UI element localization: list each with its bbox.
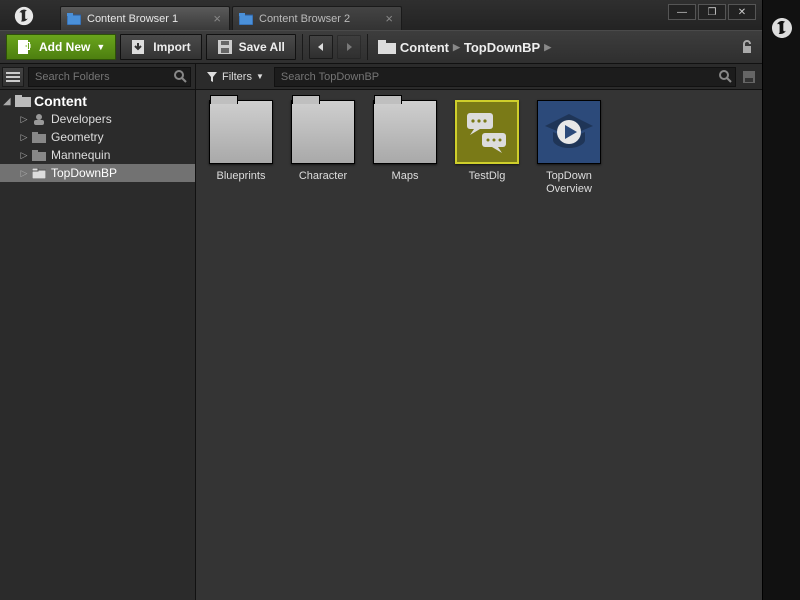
tree-root-content[interactable]: ◢ Content bbox=[0, 92, 195, 110]
sources-panel: ◢ Content ▷ Developers ▷ Geometry ▷ bbox=[0, 64, 196, 600]
tree-item-topdownbp[interactable]: ▷ TopDownBP bbox=[0, 164, 195, 182]
add-new-button[interactable]: Add New ▼ bbox=[6, 34, 116, 60]
close-icon[interactable]: × bbox=[213, 11, 221, 26]
close-icon[interactable]: × bbox=[385, 11, 393, 26]
chevron-down-icon: ◢ bbox=[2, 96, 12, 107]
button-label: Save All bbox=[239, 40, 285, 54]
chevron-right-icon: ▷ bbox=[19, 114, 29, 125]
chevron-down-icon: ▼ bbox=[96, 42, 105, 52]
filters-label: Filters bbox=[222, 71, 252, 83]
folder-tree: ◢ Content ▷ Developers ▷ Geometry ▷ bbox=[0, 90, 195, 600]
tab-icon bbox=[67, 13, 81, 25]
minimize-button[interactable]: — bbox=[668, 4, 696, 20]
asset-label: TestDlg bbox=[469, 170, 506, 196]
asset-folder-character[interactable]: Character bbox=[284, 100, 362, 196]
save-thumbnail-button[interactable] bbox=[740, 68, 758, 86]
asset-folder-blueprints[interactable]: Blueprints bbox=[202, 100, 280, 196]
close-button[interactable]: ✕ bbox=[728, 4, 756, 20]
toolbar: Add New ▼ Import Save All Content bbox=[0, 30, 762, 64]
button-label: Add New bbox=[39, 40, 90, 54]
tab-icon bbox=[239, 13, 253, 25]
folder-icon bbox=[32, 130, 48, 144]
app-logo bbox=[8, 2, 40, 30]
tutorial-asset-icon bbox=[537, 100, 601, 164]
chevron-down-icon: ▼ bbox=[256, 72, 264, 81]
button-label: Import bbox=[153, 40, 190, 54]
tree-label: Geometry bbox=[51, 130, 104, 144]
nav-forward-button[interactable] bbox=[337, 35, 361, 59]
search-assets-input[interactable] bbox=[274, 67, 736, 87]
tree-item-developers[interactable]: ▷ Developers bbox=[0, 110, 195, 128]
folder-icon bbox=[209, 100, 273, 164]
asset-label: TopDown Overview bbox=[546, 170, 592, 196]
titlebar: Content Browser 1 × Content Browser 2 × … bbox=[0, 0, 762, 30]
nav-back-button[interactable] bbox=[309, 35, 333, 59]
tab-label: Content Browser 2 bbox=[259, 13, 350, 25]
folder-icon bbox=[378, 40, 396, 54]
tree-label: Developers bbox=[51, 112, 112, 126]
import-button[interactable]: Import bbox=[120, 34, 201, 60]
asset-grid: Blueprints Character Maps bbox=[196, 90, 762, 600]
chevron-right-icon: ▶ bbox=[544, 42, 551, 53]
tab-content-browser-1[interactable]: Content Browser 1 × bbox=[60, 6, 230, 30]
chevron-right-icon: ▷ bbox=[19, 150, 29, 161]
breadcrumb: Content ▶ TopDownBP ▶ bbox=[378, 40, 551, 55]
tab-bar: Content Browser 1 × Content Browser 2 × bbox=[60, 4, 402, 30]
tab-label: Content Browser 1 bbox=[87, 13, 178, 25]
asset-testdlg[interactable]: TestDlg bbox=[448, 100, 526, 196]
dialog-asset-icon bbox=[455, 100, 519, 164]
collapse-sources-button[interactable] bbox=[2, 67, 24, 87]
docked-sidebar-strip bbox=[762, 0, 800, 600]
save-all-button[interactable]: Save All bbox=[206, 34, 296, 60]
folder-icon bbox=[291, 100, 355, 164]
window-controls: — ❐ ✕ bbox=[668, 4, 756, 20]
app-logo-icon bbox=[770, 10, 794, 40]
chevron-right-icon: ▷ bbox=[19, 168, 29, 179]
maximize-button[interactable]: ❐ bbox=[698, 4, 726, 20]
folder-icon bbox=[32, 166, 48, 180]
tab-content-browser-2[interactable]: Content Browser 2 × bbox=[232, 6, 402, 30]
folder-icon bbox=[15, 94, 31, 108]
folder-icon bbox=[373, 100, 437, 164]
breadcrumb-item[interactable]: TopDownBP bbox=[464, 40, 540, 55]
asset-view: Filters ▼ Blueprints bbox=[196, 64, 762, 600]
import-icon bbox=[131, 39, 147, 55]
chevron-right-icon: ▷ bbox=[19, 132, 29, 143]
main-window: Content Browser 1 × Content Browser 2 × … bbox=[0, 0, 762, 600]
save-icon bbox=[217, 39, 233, 55]
search-folders-input[interactable] bbox=[28, 67, 191, 87]
tree-label: Content bbox=[34, 93, 87, 109]
file-plus-icon bbox=[17, 39, 33, 55]
tree-item-geometry[interactable]: ▷ Geometry bbox=[0, 128, 195, 146]
asset-label: Maps bbox=[392, 170, 419, 196]
tree-item-mannequin[interactable]: ▷ Mannequin bbox=[0, 146, 195, 164]
asset-folder-maps[interactable]: Maps bbox=[366, 100, 444, 196]
asset-topdown-overview[interactable]: TopDown Overview bbox=[530, 100, 608, 196]
chevron-right-icon: ▶ bbox=[453, 42, 460, 53]
filters-button[interactable]: Filters ▼ bbox=[200, 67, 270, 87]
filter-icon bbox=[206, 71, 218, 83]
lock-icon[interactable] bbox=[738, 38, 756, 56]
asset-label: Blueprints bbox=[217, 170, 266, 196]
user-icon bbox=[32, 112, 48, 126]
breadcrumb-item-root[interactable]: Content bbox=[400, 40, 449, 55]
tree-label: Mannequin bbox=[51, 148, 110, 162]
tree-label: TopDownBP bbox=[51, 166, 117, 180]
asset-label: Character bbox=[299, 170, 347, 196]
folder-icon bbox=[32, 148, 48, 162]
